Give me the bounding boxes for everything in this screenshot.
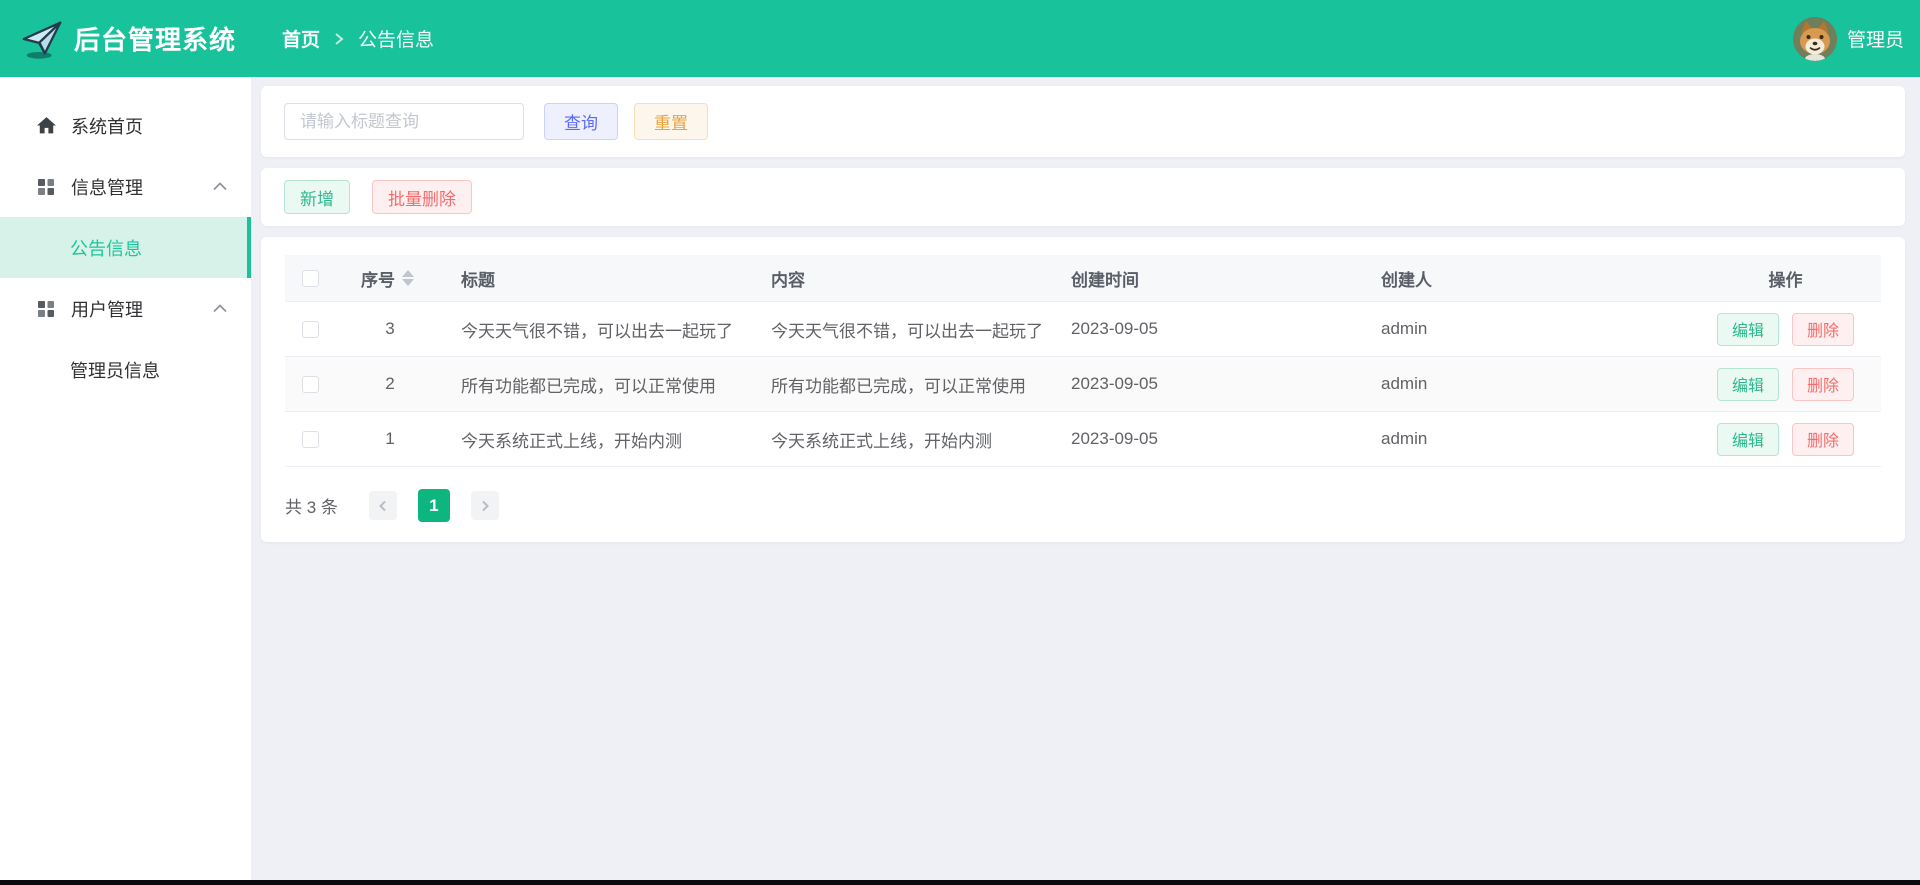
pagination-total: 共 3 条 — [285, 493, 338, 518]
chevron-up-icon — [211, 176, 229, 197]
home-icon — [36, 115, 57, 136]
cell-content: 所有功能都已完成，可以正常使用 — [755, 372, 1055, 397]
sidebar-item-info-management[interactable]: 信息管理 — [0, 156, 251, 217]
breadcrumb: 首页 公告信息 — [282, 25, 434, 52]
breadcrumb-home[interactable]: 首页 — [282, 25, 320, 52]
toolbar-card: 新增 批量删除 — [261, 168, 1905, 226]
edit-button[interactable]: 编辑 — [1717, 423, 1779, 456]
cell-creator: admin — [1365, 319, 1690, 339]
row-checkbox[interactable] — [302, 376, 319, 393]
edit-button[interactable]: 编辑 — [1717, 313, 1779, 346]
sort-carets-icon[interactable] — [402, 270, 414, 286]
sidebar-item-label: 管理员信息 — [70, 357, 160, 383]
chevron-up-icon — [211, 298, 229, 319]
sidebar-item-announcement-info[interactable]: 公告信息 — [0, 217, 251, 278]
cell-title: 所有功能都已完成，可以正常使用 — [445, 372, 755, 397]
table-card: 序号 标题 内容 创建时间 创建人 操作 3 今天天气很不错，可以出去一起玩了 … — [261, 237, 1905, 542]
cell-created-at: 2023-09-05 — [1055, 319, 1365, 339]
table-row: 3 今天天气很不错，可以出去一起玩了 今天天气很不错，可以出去一起玩了 2023… — [285, 302, 1881, 357]
select-all-checkbox[interactable] — [302, 270, 319, 287]
sidebar-item-admin-info[interactable]: 管理员信息 — [0, 339, 251, 400]
pagination: 共 3 条 1 — [285, 489, 1881, 522]
table-row: 1 今天系统正式上线，开始内测 今天系统正式上线，开始内测 2023-09-05… — [285, 412, 1881, 467]
table-header-row: 序号 标题 内容 创建时间 创建人 操作 — [285, 255, 1881, 302]
delete-button[interactable]: 删除 — [1792, 368, 1854, 401]
user-name: 管理员 — [1847, 25, 1904, 52]
add-button[interactable]: 新增 — [284, 180, 350, 214]
column-header-creator: 创建人 — [1365, 266, 1690, 291]
pagination-page-1[interactable]: 1 — [418, 489, 450, 522]
sidebar: 系统首页 信息管理 公告信息 — [0, 77, 251, 885]
cell-created-at: 2023-09-05 — [1055, 429, 1365, 449]
cell-content: 今天系统正式上线，开始内测 — [755, 427, 1055, 452]
row-checkbox[interactable] — [302, 431, 319, 448]
sidebar-item-label: 系统首页 — [71, 113, 143, 139]
cell-index: 3 — [335, 319, 445, 339]
delete-button[interactable]: 删除 — [1792, 313, 1854, 346]
cell-creator: admin — [1365, 374, 1690, 394]
grid-icon — [36, 298, 57, 319]
column-header-actions: 操作 — [1690, 266, 1881, 291]
batch-delete-button[interactable]: 批量删除 — [372, 180, 472, 214]
user-area[interactable]: 管理员 — [1793, 17, 1904, 61]
bottom-window-edge — [0, 880, 1920, 885]
table-row: 2 所有功能都已完成，可以正常使用 所有功能都已完成，可以正常使用 2023-0… — [285, 357, 1881, 412]
sidebar-item-label: 用户管理 — [71, 296, 143, 322]
cell-content: 今天天气很不错，可以出去一起玩了 — [755, 317, 1055, 342]
column-header-title: 标题 — [445, 266, 755, 291]
pagination-next-button[interactable] — [471, 491, 499, 520]
cell-title: 今天天气很不错，可以出去一起玩了 — [445, 317, 755, 342]
row-checkbox[interactable] — [302, 321, 319, 338]
cell-title: 今天系统正式上线，开始内测 — [445, 427, 755, 452]
sidebar-item-label: 公告信息 — [70, 235, 142, 261]
user-avatar[interactable] — [1793, 17, 1837, 61]
sidebar-item-label: 信息管理 — [71, 174, 143, 200]
reset-button[interactable]: 重置 — [634, 103, 708, 140]
title-search-input[interactable] — [284, 103, 524, 140]
edit-button[interactable]: 编辑 — [1717, 368, 1779, 401]
app-logo-paper-plane-icon — [18, 15, 66, 63]
column-header-created-at: 创建时间 — [1055, 266, 1365, 291]
sidebar-item-user-management[interactable]: 用户管理 — [0, 278, 251, 339]
main-content: 查询 重置 新增 批量删除 序号 标题 内容 创建时间 创建人 — [251, 77, 1920, 885]
pagination-prev-button[interactable] — [369, 491, 397, 520]
delete-button[interactable]: 删除 — [1792, 423, 1854, 456]
chevron-right-icon — [332, 31, 346, 47]
query-button[interactable]: 查询 — [544, 103, 618, 140]
breadcrumb-current: 公告信息 — [358, 25, 434, 52]
sidebar-item-system-home[interactable]: 系统首页 — [0, 95, 251, 156]
cell-created-at: 2023-09-05 — [1055, 374, 1365, 394]
announcement-table: 序号 标题 内容 创建时间 创建人 操作 3 今天天气很不错，可以出去一起玩了 … — [285, 255, 1881, 467]
app-title: 后台管理系统 — [74, 20, 236, 57]
table-body: 3 今天天气很不错，可以出去一起玩了 今天天气很不错，可以出去一起玩了 2023… — [285, 302, 1881, 467]
cell-index: 2 — [335, 374, 445, 394]
grid-icon — [36, 176, 57, 197]
cell-creator: admin — [1365, 429, 1690, 449]
column-header-index[interactable]: 序号 — [335, 266, 445, 291]
search-card: 查询 重置 — [261, 86, 1905, 157]
top-header: 后台管理系统 首页 公告信息 — [0, 0, 1920, 77]
cell-index: 1 — [335, 429, 445, 449]
column-header-content: 内容 — [755, 266, 1055, 291]
